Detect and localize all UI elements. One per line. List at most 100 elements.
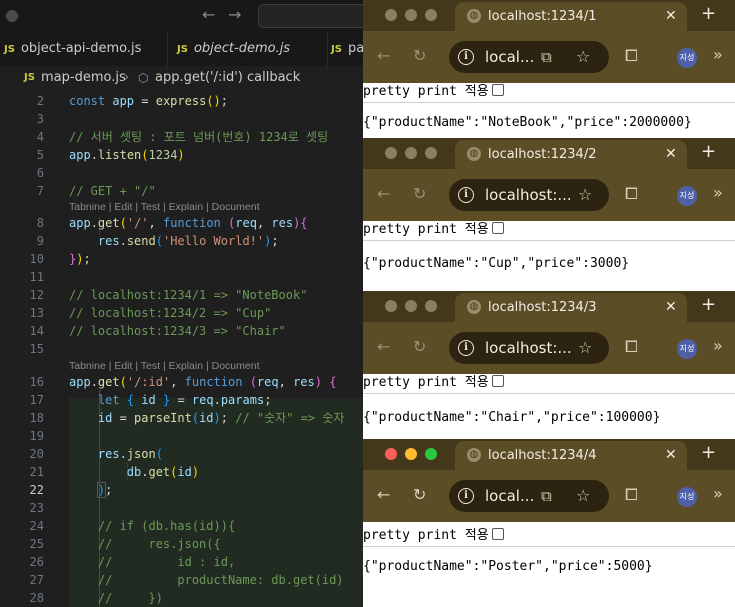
- divider: [363, 393, 735, 394]
- code-line: db.get(id): [126, 465, 200, 479]
- line-number: 22: [29, 483, 44, 497]
- pretty-print-toggle[interactable]: pretty print 적용: [363, 83, 504, 100]
- reload-icon[interactable]: ↻: [413, 46, 426, 65]
- reload-icon[interactable]: ↻: [413, 485, 426, 504]
- bookmark-star-icon[interactable]: ☆: [576, 486, 590, 505]
- address-bar[interactable]: i local... ⧉ ☆: [449, 480, 609, 512]
- bookmark-star-icon[interactable]: ☆: [578, 185, 592, 204]
- window-zoom-dot[interactable]: [425, 9, 437, 21]
- reload-icon[interactable]: ↻: [413, 184, 426, 203]
- pretty-print-toggle[interactable]: pretty print 적용: [363, 527, 504, 544]
- translate-icon[interactable]: ⧉: [541, 487, 552, 505]
- code-line: // id : id,: [69, 555, 236, 569]
- window-close-dot[interactable]: [385, 147, 397, 159]
- pretty-print-checkbox[interactable]: [491, 375, 504, 387]
- window-control[interactable]: [6, 10, 18, 22]
- command-center-search[interactable]: [258, 4, 363, 28]
- line-number: 3: [36, 112, 44, 126]
- code-area[interactable]: 2 const app = express(); 3 4 // 서버 셋팅 : 포트…: [0, 90, 363, 607]
- address-bar[interactable]: i local... ⧉ ☆: [449, 41, 609, 73]
- code-line: id = parseInt(id); // "숫자" => 숫자: [97, 411, 345, 425]
- new-tab-icon[interactable]: +: [701, 442, 716, 463]
- more-chevron-icon[interactable]: »: [713, 183, 723, 202]
- bookmark-star-icon[interactable]: ☆: [578, 338, 592, 357]
- code-line: });: [69, 252, 91, 266]
- forward-arrow-icon[interactable]: →: [228, 5, 241, 24]
- site-info-icon[interactable]: i: [458, 187, 474, 203]
- pretty-print-checkbox[interactable]: [491, 222, 504, 234]
- translate-icon[interactable]: ⧉: [541, 48, 552, 66]
- window-minimize-dot[interactable]: [405, 448, 417, 460]
- tab-label: object-api-demo.js: [20, 41, 142, 56]
- window-close-dot[interactable]: [385, 300, 397, 312]
- code-line: // localhost:1234/2 => "Cup": [69, 306, 272, 320]
- pretty-print-checkbox[interactable]: [491, 84, 504, 96]
- profile-avatar[interactable]: 지성: [677, 186, 697, 206]
- window-zoom-dot[interactable]: [425, 448, 437, 460]
- window-close-dot[interactable]: [385, 448, 397, 460]
- breadcrumb-file[interactable]: map-demo.js: [41, 66, 126, 90]
- tab-object-api-demo[interactable]: JS object-api-demo.js: [0, 32, 168, 66]
- js-file-icon: JS: [177, 44, 188, 55]
- extensions-icon[interactable]: ⧠: [625, 46, 638, 66]
- more-chevron-icon[interactable]: »: [713, 336, 723, 355]
- window-zoom-dot[interactable]: [425, 147, 437, 159]
- tab-object-demo[interactable]: JS object-demo.js: [163, 32, 328, 66]
- site-info-icon[interactable]: i: [458, 340, 474, 356]
- close-tab-icon[interactable]: ✕: [665, 293, 677, 322]
- site-info-icon[interactable]: i: [458, 49, 474, 65]
- browser-toolbar: ← ↻ i local... ⧉ ☆ ⧠ 지성 »: [363, 31, 735, 83]
- line-number: 13: [29, 306, 44, 320]
- extensions-icon[interactable]: ⧠: [625, 485, 638, 505]
- new-tab-icon[interactable]: +: [701, 3, 716, 24]
- window-minimize-dot[interactable]: [405, 147, 417, 159]
- line-number: 14: [29, 324, 44, 338]
- more-chevron-icon[interactable]: »: [713, 484, 723, 503]
- line-number: 7: [36, 184, 44, 198]
- browser-frame: ◍ localhost:1234/3 ✕ + ← ↻ i localhost:.…: [363, 291, 735, 374]
- close-tab-icon[interactable]: ✕: [665, 140, 677, 169]
- pretty-print-toggle[interactable]: pretty print 적용: [363, 221, 504, 238]
- pretty-print-toggle[interactable]: pretty print 적용: [363, 374, 504, 391]
- extensions-icon[interactable]: ⧠: [625, 337, 638, 357]
- breadcrumb-symbol[interactable]: app.get('/:id') callback: [155, 66, 300, 90]
- line-number: 10: [29, 252, 44, 266]
- browser-window-1: ◍ localhost:1234/1 ✕ + ← ↻ i local... ⧉ …: [363, 0, 735, 138]
- pretty-print-checkbox[interactable]: [491, 528, 504, 540]
- new-tab-icon[interactable]: +: [701, 294, 716, 315]
- bookmark-star-icon[interactable]: ☆: [576, 47, 590, 66]
- line-number: 15: [29, 342, 44, 356]
- window-minimize-dot[interactable]: [405, 9, 417, 21]
- reload-icon[interactable]: ↻: [413, 337, 426, 356]
- code-line: let { id } = req.params;: [97, 393, 272, 407]
- more-chevron-icon[interactable]: »: [713, 45, 723, 64]
- window-minimize-dot[interactable]: [405, 300, 417, 312]
- browser-window-3: ◍ localhost:1234/3 ✕ + ← ↻ i localhost:.…: [363, 291, 735, 439]
- js-file-icon: JS: [24, 72, 35, 83]
- site-info-icon[interactable]: i: [458, 488, 474, 504]
- profile-avatar[interactable]: 지성: [677, 48, 697, 68]
- close-tab-icon[interactable]: ✕: [665, 2, 677, 31]
- back-icon[interactable]: ←: [377, 46, 390, 65]
- code-line: const app = express();: [69, 94, 228, 108]
- line-number: 12: [29, 288, 44, 302]
- line-number: 21: [29, 465, 44, 479]
- browser-tab[interactable]: ◍ localhost:1234/4 ✕: [455, 441, 687, 470]
- tab-pa[interactable]: JS pa: [313, 32, 363, 66]
- code-line: // 서버 셋팅 : 포트 넘버(번호) 1234로 셋팅: [69, 130, 329, 144]
- profile-avatar[interactable]: 지성: [677, 339, 697, 359]
- back-arrow-icon[interactable]: ←: [202, 5, 215, 24]
- back-icon[interactable]: ←: [377, 184, 390, 203]
- profile-avatar[interactable]: 지성: [677, 487, 697, 507]
- tab-title: localhost:1234/4: [488, 448, 597, 463]
- close-tab-icon[interactable]: ✕: [665, 441, 677, 470]
- browser-tab[interactable]: ◍ localhost:1234/2 ✕: [455, 140, 687, 169]
- browser-tab[interactable]: ◍ localhost:1234/1 ✕: [455, 2, 687, 31]
- browser-tab[interactable]: ◍ localhost:1234/3 ✕: [455, 293, 687, 322]
- back-icon[interactable]: ←: [377, 485, 390, 504]
- window-close-dot[interactable]: [385, 9, 397, 21]
- extensions-icon[interactable]: ⧠: [625, 184, 638, 204]
- window-zoom-dot[interactable]: [425, 300, 437, 312]
- back-icon[interactable]: ←: [377, 337, 390, 356]
- new-tab-icon[interactable]: +: [701, 141, 716, 162]
